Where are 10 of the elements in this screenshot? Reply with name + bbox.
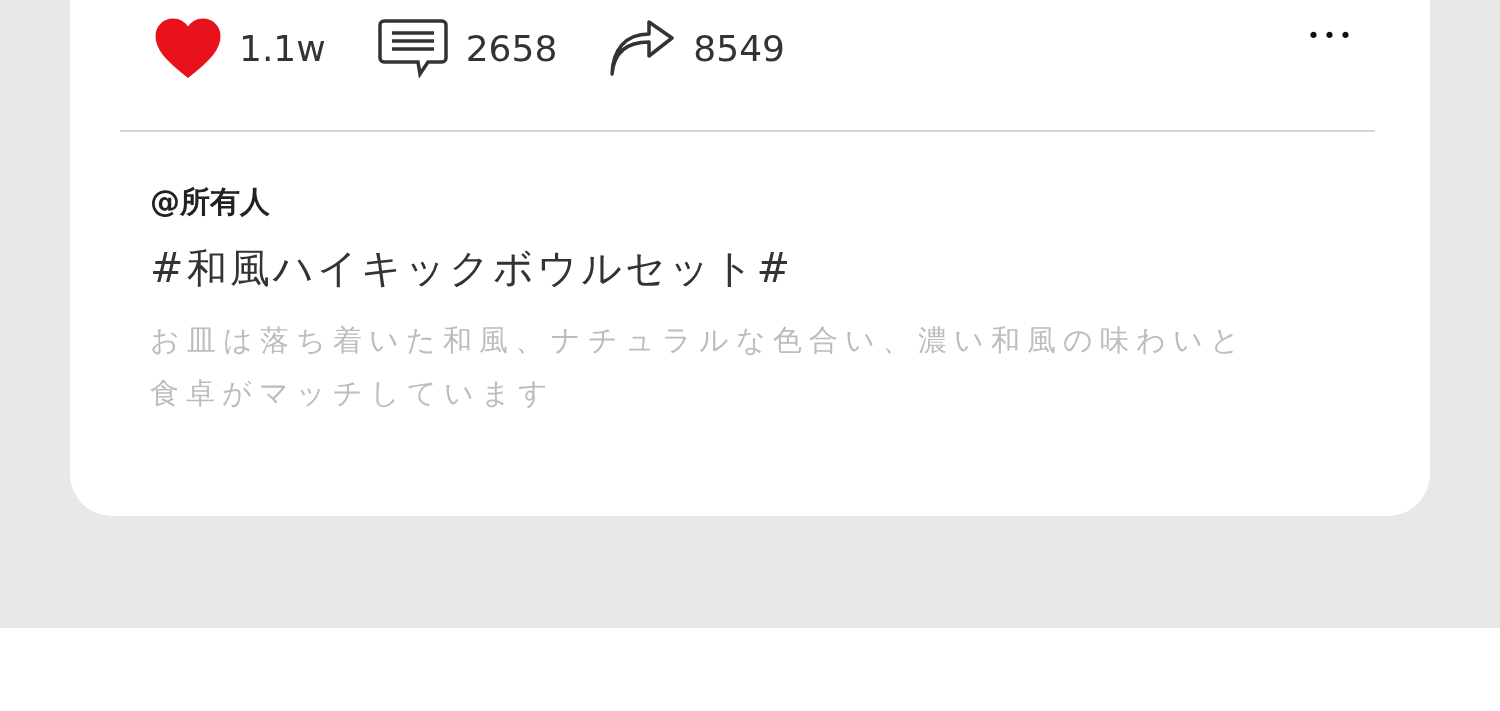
post-title: #和風ハイキックボウルセット# [150, 244, 795, 293]
post-description: お皿は落ち着いた和風、ナチュラルな色合い、濃い和風の味わいと食卓がマッチしています [150, 322, 1248, 412]
comment-icon[interactable] [377, 18, 448, 78]
heart-icon[interactable] [155, 18, 221, 78]
mention: @所有人 [150, 183, 271, 221]
share-arrow-icon[interactable] [609, 20, 676, 76]
like-count: 1.1w [239, 27, 326, 69]
share-count: 8549 [693, 27, 785, 69]
comment-count: 2658 [465, 27, 558, 69]
more-options-icon[interactable]: ••• [1307, 22, 1355, 48]
